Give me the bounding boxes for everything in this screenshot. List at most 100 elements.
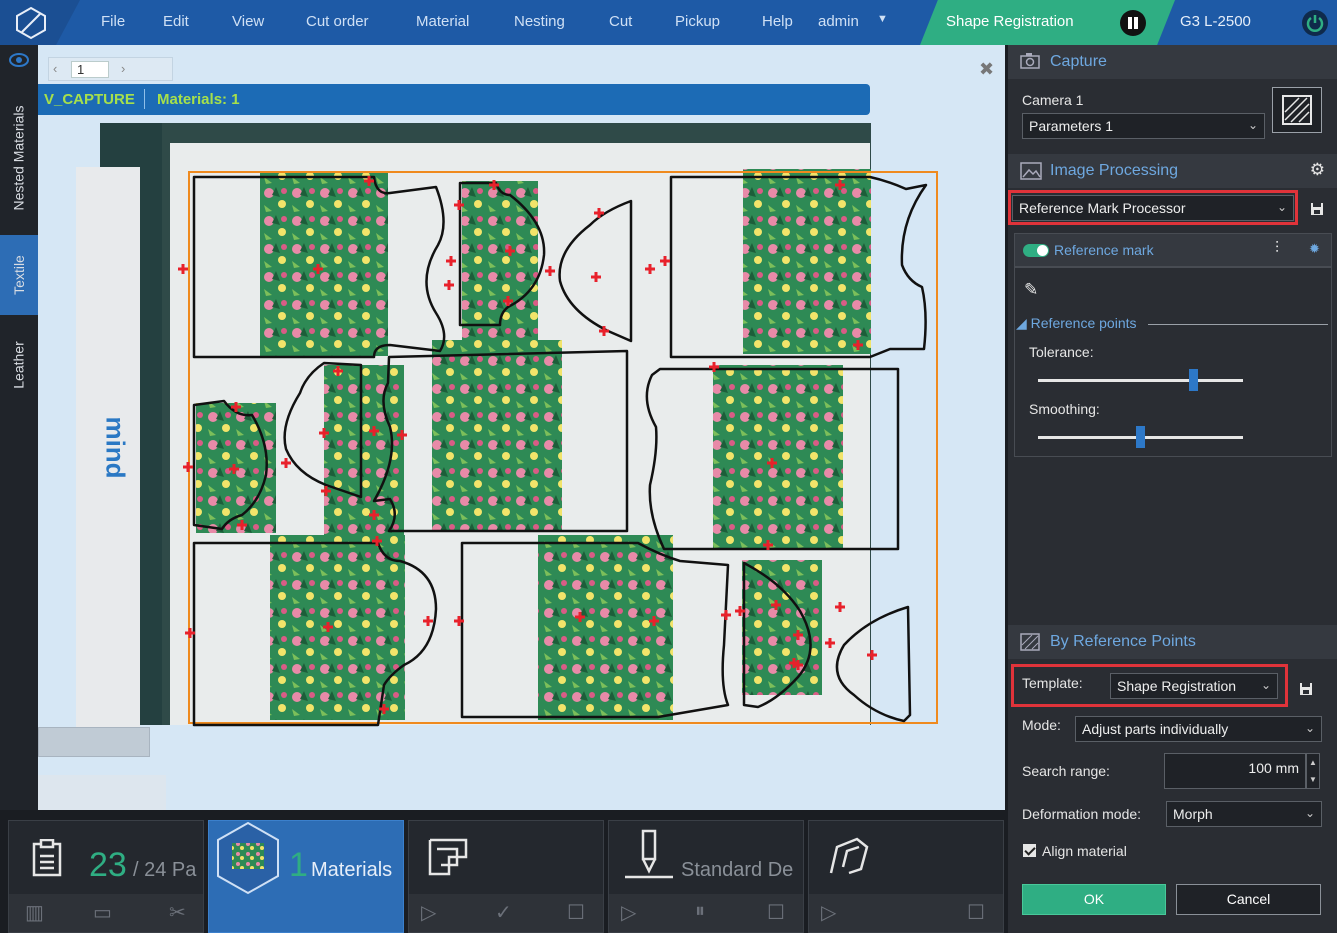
app-window: File Edit View Cut order Material Nestin…: [0, 0, 1337, 933]
parts-count: 23: [89, 846, 127, 884]
menu-material[interactable]: Material: [416, 13, 469, 30]
play-icon[interactable]: ▷: [821, 900, 836, 925]
image-icon: [1020, 162, 1042, 180]
top-menu-bar: File Edit View Cut order Material Nestin…: [0, 0, 1337, 45]
pickup-icon: [829, 837, 869, 875]
mode-tab[interactable]: Shape Registration: [920, 0, 1175, 45]
parts-total: / 24 Pa: [133, 859, 197, 881]
menu-cut-order[interactable]: Cut order: [306, 13, 369, 30]
play-icon[interactable]: ▷: [421, 900, 436, 925]
search-range-label: Search range:: [1022, 763, 1110, 779]
deformation-mode-dropdown[interactable]: Morph ⌄: [1166, 801, 1322, 827]
smoothing-label: Smoothing:: [1029, 401, 1100, 417]
menu-pickup[interactable]: Pickup: [675, 13, 720, 30]
chevron-down-icon: ⌄: [1304, 806, 1315, 820]
materials-label: Materials: [311, 859, 393, 881]
parts-actions: ▥ ▭ ✂: [9, 894, 203, 932]
user-menu[interactable]: admin: [818, 13, 859, 30]
menu-edit[interactable]: Edit: [163, 13, 189, 30]
stop-icon[interactable]: ☐: [967, 900, 985, 925]
logo-icon: [16, 6, 46, 40]
power-icon[interactable]: [1302, 10, 1328, 36]
user-caret-icon[interactable]: ▼: [877, 13, 888, 25]
smoothing-slider[interactable]: [1038, 426, 1243, 448]
cut-actions: ▷ ⏸ ☐: [609, 894, 803, 932]
pause-icon[interactable]: ⏸: [695, 900, 705, 923]
save-icon[interactable]: [1310, 202, 1324, 216]
reference-points-header[interactable]: ◢ Reference points: [1016, 315, 1137, 332]
cancel-button[interactable]: Cancel: [1176, 884, 1321, 915]
tools-icon[interactable]: ✂: [169, 900, 186, 925]
chevron-down-icon: ⌄: [1304, 721, 1315, 735]
barcode-icon[interactable]: ▥: [25, 900, 44, 925]
menu-help[interactable]: Help: [762, 13, 793, 30]
save-icon[interactable]: [1299, 682, 1313, 696]
reference-mark-toggle[interactable]: [1023, 244, 1049, 257]
cut-standard-label: Standard De: [681, 859, 794, 881]
nesting-overlay: [178, 169, 938, 727]
pickup-card[interactable]: ▷ ☐: [808, 820, 1004, 933]
tab-leather-label: Leather: [11, 341, 28, 389]
image-processing-header: Image Processing ⚙: [1008, 154, 1337, 188]
machine-label[interactable]: G3 L-2500: [1180, 13, 1251, 30]
reference-points-divider: [1148, 324, 1328, 325]
search-range-stepper[interactable]: ▲ ▼: [1306, 753, 1320, 789]
image-processing-title: Image Processing: [1050, 162, 1179, 179]
deformation-mode-value: Morph: [1173, 806, 1213, 822]
template-highlight: [1011, 664, 1288, 707]
tab-nested-label: Nested Materials: [11, 104, 28, 211]
parts-card[interactable]: 23 / 24 Pa ▥ ▭ ✂: [8, 820, 204, 933]
search-range-input[interactable]: 100 mm: [1164, 753, 1306, 789]
increment-icon[interactable]: ▲: [1307, 754, 1319, 771]
check-icon[interactable]: ✓: [495, 900, 512, 925]
cutter-icon: [625, 829, 673, 879]
play-icon[interactable]: ▷: [621, 900, 636, 925]
reference-mark-row[interactable]: Reference mark ⫶ ✹: [1014, 233, 1332, 267]
tab-textile[interactable]: Textile: [0, 235, 38, 315]
nesting-card[interactable]: ▷ ✓ ☐: [408, 820, 604, 933]
menu-nesting[interactable]: Nesting: [514, 13, 565, 30]
deformation-mode-label: Deformation mode:: [1022, 806, 1142, 822]
right-panel: Capture Camera 1 Parameters 1 ⌄ Image Pr…: [1008, 45, 1337, 933]
menu-file[interactable]: File: [101, 13, 125, 30]
mode-dropdown[interactable]: Adjust parts individually ⌄: [1075, 716, 1322, 742]
capture-canvas[interactable]: ‹ 1 › ✖ V_CAPTURE Materials: 1 mind: [38, 45, 1005, 810]
sliders-icon[interactable]: ⫶: [1275, 240, 1279, 258]
gear-icon[interactable]: ⚙: [1310, 160, 1325, 180]
smoothing-slider-thumb[interactable]: [1136, 426, 1145, 448]
hatched-frame-icon: [1282, 95, 1312, 125]
align-material-label: Align material: [1042, 843, 1127, 859]
capture-section-header: Capture: [1008, 45, 1337, 79]
tolerance-slider[interactable]: [1038, 369, 1243, 391]
material-hexagon-icon: [217, 821, 279, 895]
pause-icon[interactable]: [1120, 10, 1146, 36]
pickup-actions: ▷ ☐: [809, 894, 1003, 932]
by-reference-points-title: By Reference Points: [1050, 633, 1196, 650]
tolerance-slider-thumb[interactable]: [1189, 369, 1199, 391]
pencil-icon[interactable]: ✎: [1024, 280, 1038, 300]
decrement-icon[interactable]: ▼: [1307, 771, 1319, 788]
stop-icon[interactable]: ☐: [567, 900, 585, 925]
camera-label: Camera 1: [1022, 92, 1084, 108]
mode-label: Shape Registration: [946, 13, 1074, 30]
menu-view[interactable]: View: [232, 13, 264, 30]
mode-value: Adjust parts individually: [1082, 721, 1229, 737]
ok-button[interactable]: OK: [1022, 884, 1166, 915]
tab-nested-materials[interactable]: Nested Materials: [0, 85, 38, 230]
eye-icon[interactable]: [9, 53, 29, 67]
clipboard-icon: [32, 839, 62, 877]
materials-card[interactable]: 1 Materials: [208, 820, 404, 933]
align-material-checkbox[interactable]: [1023, 844, 1036, 857]
print-areas: [196, 169, 871, 720]
cut-card[interactable]: Standard De ▷ ⏸ ☐: [608, 820, 804, 933]
stop-icon[interactable]: ☐: [767, 900, 785, 925]
menu-cut[interactable]: Cut: [609, 13, 632, 30]
parameters-dropdown[interactable]: Parameters 1 ⌄: [1022, 113, 1265, 139]
folder-icon[interactable]: ▭: [93, 900, 112, 925]
tab-leather[interactable]: Leather: [0, 320, 38, 410]
reference-mark-label: Reference mark: [1054, 242, 1154, 258]
parameters-value: Parameters 1: [1029, 118, 1114, 134]
app-logo[interactable]: [0, 0, 80, 45]
bug-icon[interactable]: ✹: [1309, 241, 1320, 257]
capture-image-button[interactable]: [1272, 87, 1322, 133]
